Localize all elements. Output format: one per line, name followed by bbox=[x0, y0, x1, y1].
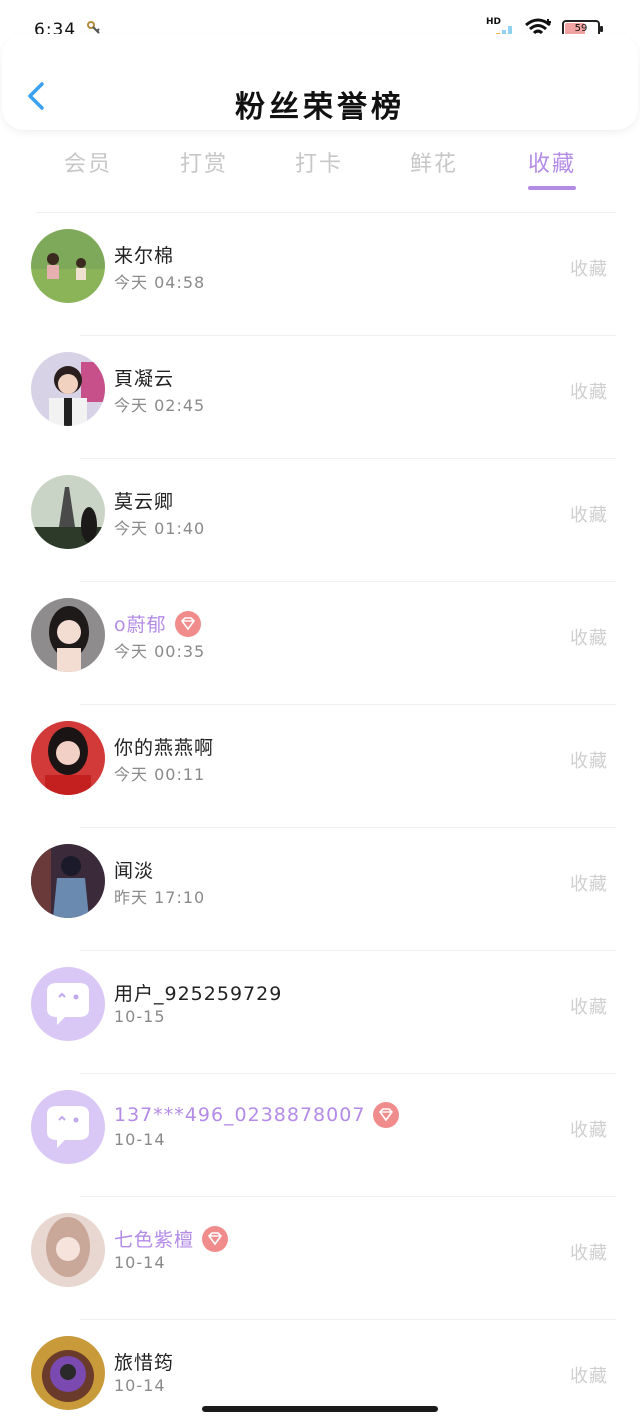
list-item[interactable]: 137***496_0238878007 10-14 收藏 bbox=[0, 1074, 640, 1197]
vip-diamond-icon bbox=[373, 1102, 400, 1128]
timestamp: 10-14 bbox=[114, 1130, 166, 1149]
vip-diamond-icon bbox=[202, 1225, 229, 1252]
avatar[interactable] bbox=[31, 1336, 105, 1410]
timestamp: 今天 01:40 bbox=[114, 519, 206, 538]
user-name: 頁凝云 bbox=[114, 368, 175, 390]
favorite-action-label: 收藏 bbox=[570, 382, 608, 403]
user-name: 旅惜筠 bbox=[114, 1352, 175, 1374]
timestamp: 今天 00:11 bbox=[114, 765, 206, 784]
favorite-action-label: 收藏 bbox=[570, 259, 608, 280]
timestamp: 10-15 bbox=[114, 1007, 166, 1026]
user-name: 七色紫檀 bbox=[114, 1229, 195, 1251]
tab-active-indicator bbox=[528, 186, 576, 190]
list-item[interactable]: 你的燕燕啊 今天 00:11 收藏 bbox=[0, 705, 640, 828]
favorite-action-label: 收藏 bbox=[570, 751, 608, 772]
list-item[interactable]: 頁凝云 今天 02:45 收藏 bbox=[0, 336, 640, 459]
favorite-action-label: 收藏 bbox=[570, 505, 608, 526]
user-name: 用户_925259729 bbox=[114, 983, 283, 1005]
user-name: 莫云卿 bbox=[114, 491, 175, 513]
timestamp: 今天 00:35 bbox=[114, 642, 206, 661]
tab-flowers[interactable]: 鲜花 bbox=[394, 146, 474, 178]
avatar[interactable] bbox=[31, 229, 105, 303]
timestamp: 10-14 bbox=[114, 1253, 166, 1272]
list-item[interactable]: 七色紫檀 10-14 收藏 bbox=[0, 1197, 640, 1320]
list-item[interactable]: 用户_925259729 10-15 收藏 bbox=[0, 951, 640, 1074]
tab-checkin[interactable]: 打卡 bbox=[279, 146, 359, 178]
tab-favorites[interactable]: 收藏 bbox=[512, 146, 592, 178]
timestamp: 昨天 17:10 bbox=[114, 888, 206, 907]
tab-members[interactable]: 会员 bbox=[48, 146, 128, 178]
avatar[interactable] bbox=[31, 844, 105, 918]
timestamp: 今天 02:45 bbox=[114, 396, 206, 415]
user-name: 来尔棉 bbox=[114, 245, 175, 267]
favorite-action-label: 收藏 bbox=[570, 997, 608, 1018]
avatar[interactable] bbox=[31, 352, 105, 426]
user-name: 你的燕燕啊 bbox=[114, 737, 215, 759]
tab-bar: 会员 打赏 打卡 鲜花 收藏 bbox=[0, 142, 640, 194]
favorite-action-label: 收藏 bbox=[570, 874, 608, 895]
header-bar: 粉丝荣誉榜 bbox=[2, 34, 638, 130]
avatar[interactable] bbox=[31, 598, 105, 672]
timestamp: 今天 04:58 bbox=[114, 273, 206, 292]
list-item[interactable]: 闻淡 昨天 17:10 收藏 bbox=[0, 828, 640, 951]
user-name: o蔚郁 bbox=[114, 614, 167, 636]
user-name: 闻淡 bbox=[114, 860, 155, 882]
avatar[interactable] bbox=[31, 475, 105, 549]
vip-diamond-icon bbox=[174, 610, 201, 637]
tab-tips[interactable]: 打赏 bbox=[164, 146, 244, 178]
default-avatar-icon[interactable] bbox=[31, 967, 105, 1041]
user-name: 137***496_0238878007 bbox=[114, 1104, 366, 1126]
home-indicator[interactable] bbox=[202, 1406, 438, 1412]
default-avatar-icon[interactable] bbox=[31, 1090, 105, 1164]
list-item[interactable]: 莫云卿 今天 01:40 收藏 bbox=[0, 459, 640, 582]
list-item[interactable]: o蔚郁 今天 00:35 收藏 bbox=[0, 582, 640, 705]
page-title: 粉丝荣誉榜 bbox=[235, 90, 405, 125]
avatar[interactable] bbox=[31, 1213, 105, 1287]
favorite-action-label: 收藏 bbox=[570, 1366, 608, 1387]
fan-list: 来尔棉 今天 04:58 收藏 頁凝云 今天 02:45 收藏 莫云卿 今天 0… bbox=[0, 213, 640, 1422]
favorite-action-label: 收藏 bbox=[570, 1120, 608, 1141]
timestamp: 10-14 bbox=[114, 1376, 166, 1395]
favorite-action-label: 收藏 bbox=[570, 1243, 608, 1264]
favorite-action-label: 收藏 bbox=[570, 628, 608, 649]
avatar[interactable] bbox=[31, 721, 105, 795]
list-item[interactable]: 来尔棉 今天 04:58 收藏 bbox=[0, 213, 640, 336]
